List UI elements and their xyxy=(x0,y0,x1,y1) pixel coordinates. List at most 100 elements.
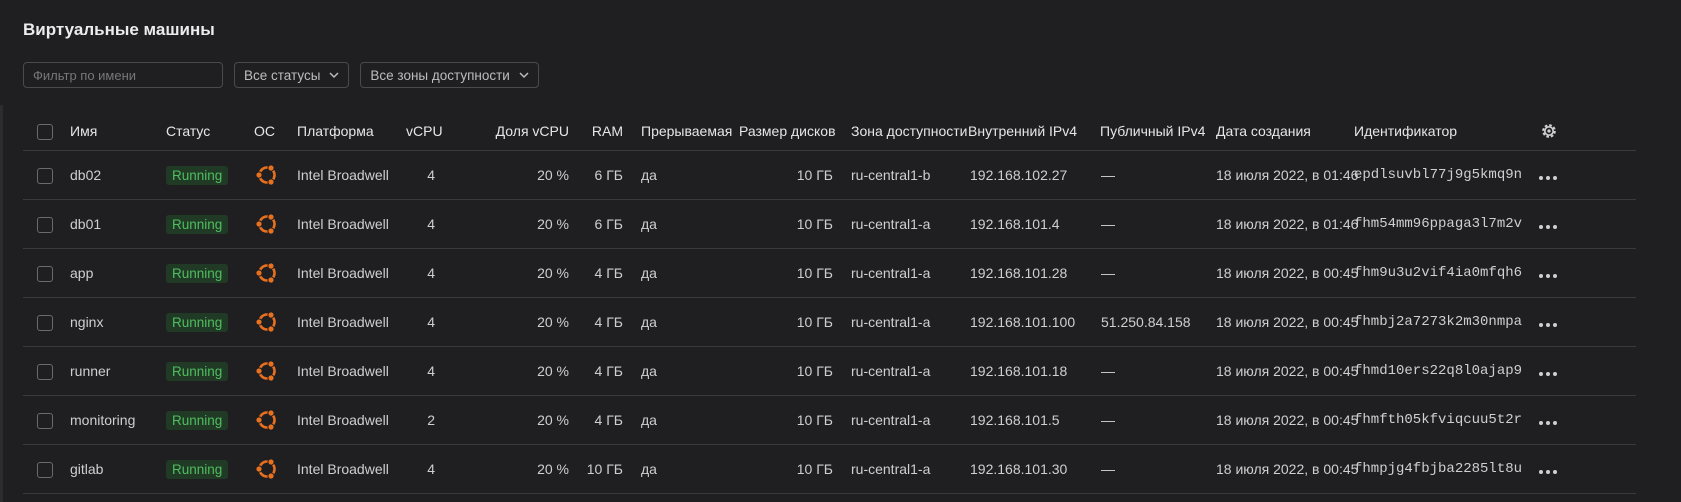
status-badge: Running xyxy=(166,312,229,332)
table-row[interactable]: gitlab Running Intel Broadwell 4 20 % 10… xyxy=(23,444,1636,494)
ubuntu-icon xyxy=(254,311,280,333)
table-row[interactable]: runner Running Intel Broadwell 4 20 % 4 … xyxy=(23,346,1636,396)
col-id[interactable]: Идентификатор xyxy=(1354,112,1519,151)
platform-cell: Intel Broadwell xyxy=(297,395,406,445)
table-settings-button[interactable] xyxy=(1519,122,1559,138)
status-badge: Running xyxy=(166,361,229,381)
col-preemptible[interactable]: Прерываемая xyxy=(623,112,739,151)
vm-name[interactable]: db01 xyxy=(70,199,166,249)
ram-cell: 6 ГБ xyxy=(569,199,623,249)
table-row[interactable]: db01 Running Intel Broadwell 4 20 % 6 ГБ… xyxy=(23,199,1636,249)
created-cell: 18 июля 2022, в 00:45 xyxy=(1216,346,1358,396)
preemptible-cell: да xyxy=(623,248,739,298)
filter-bar: Все статусы Все зоны доступности xyxy=(23,62,539,88)
ipv4-public-cell: — xyxy=(1097,150,1216,200)
disk-cell: 10 ГБ xyxy=(739,297,833,347)
ipv4-internal-cell: 192.168.101.4 xyxy=(964,199,1097,249)
row-actions-button[interactable] xyxy=(1539,274,1557,278)
ipv4-public-cell: 51.250.84.158 xyxy=(1097,297,1216,347)
col-disk[interactable]: Размер дисков xyxy=(739,112,836,151)
row-checkbox[interactable] xyxy=(37,265,53,282)
ipv4-internal-cell: 192.168.101.30 xyxy=(964,444,1097,494)
ipv4-internal-cell: 192.168.101.5 xyxy=(964,395,1097,445)
platform-cell: Intel Broadwell xyxy=(297,150,406,200)
row-checkbox[interactable] xyxy=(37,216,53,233)
id-cell: fhm54mm96ppaga3l7m2v xyxy=(1354,199,1522,249)
zone-cell: ru-central1-a xyxy=(833,346,964,396)
select-all-checkbox[interactable] xyxy=(37,123,53,140)
row-actions-button[interactable] xyxy=(1539,176,1557,180)
col-created[interactable]: Дата создания xyxy=(1216,112,1354,151)
vm-name[interactable]: runner xyxy=(70,346,166,396)
vcpu-cell: 2 xyxy=(406,395,461,445)
id-cell: fhmbj2a7273k2m30nmpa xyxy=(1354,297,1522,347)
id-cell: epdlsuvbl77j9g5kmq9n xyxy=(1354,150,1522,200)
status-badge: Running xyxy=(166,459,229,479)
col-platform[interactable]: Платформа xyxy=(297,112,406,151)
preemptible-cell: да xyxy=(623,444,739,494)
vcpu-cell: 4 xyxy=(406,346,461,396)
preemptible-cell: да xyxy=(623,346,739,396)
col-ipv4-public[interactable]: Публичный IPv4 xyxy=(1097,112,1216,151)
row-checkbox[interactable] xyxy=(37,412,53,429)
vm-name[interactable]: monitoring xyxy=(70,395,166,445)
id-cell: fhm9u3u2vif4ia0mfqh6 xyxy=(1354,248,1522,298)
ubuntu-icon xyxy=(254,409,280,431)
vcpu-cell: 4 xyxy=(406,444,461,494)
status-badge: Running xyxy=(166,165,229,185)
table-row[interactable]: db02 Running Intel Broadwell 4 20 % 6 ГБ… xyxy=(23,150,1636,200)
col-os[interactable]: ОС xyxy=(254,112,297,151)
vm-name[interactable]: nginx xyxy=(70,297,166,347)
name-filter-input[interactable] xyxy=(23,62,223,88)
disk-cell: 10 ГБ xyxy=(739,346,833,396)
row-actions-button[interactable] xyxy=(1539,421,1557,425)
vm-name[interactable]: gitlab xyxy=(70,444,166,494)
ram-cell: 4 ГБ xyxy=(569,346,623,396)
page-title: Виртуальные машины xyxy=(23,20,215,39)
table-row[interactable]: monitoring Running Intel Broadwell 2 20 … xyxy=(23,395,1636,445)
row-actions-button[interactable] xyxy=(1539,323,1557,327)
zone-filter-select[interactable]: Все зоны доступности xyxy=(360,62,539,88)
zone-cell: ru-central1-a xyxy=(833,297,964,347)
preemptible-cell: да xyxy=(623,150,739,200)
status-filter-select[interactable]: Все статусы xyxy=(234,62,350,88)
vcpu-share-cell: 20 % xyxy=(461,248,569,298)
vcpu-share-cell: 20 % xyxy=(461,297,569,347)
status-filter-label: Все статусы xyxy=(244,67,321,83)
row-actions-button[interactable] xyxy=(1539,470,1557,474)
zone-cell: ru-central1-a xyxy=(833,444,964,494)
vm-name[interactable]: app xyxy=(70,248,166,298)
vm-name[interactable]: db02 xyxy=(70,150,166,200)
col-ram[interactable]: RAM xyxy=(569,112,623,151)
row-checkbox[interactable] xyxy=(37,167,53,184)
disk-cell: 10 ГБ xyxy=(739,444,833,494)
table-row[interactable]: nginx Running Intel Broadwell 4 20 % 4 Г… xyxy=(23,297,1636,347)
vcpu-cell: 4 xyxy=(406,199,461,249)
row-actions-button[interactable] xyxy=(1539,225,1557,229)
status-badge: Running xyxy=(166,214,229,234)
status-badge: Running xyxy=(166,263,229,283)
ram-cell: 4 ГБ xyxy=(569,248,623,298)
col-vcpu[interactable]: vCPU xyxy=(406,112,461,151)
row-checkbox[interactable] xyxy=(37,314,53,331)
preemptible-cell: да xyxy=(623,199,739,249)
created-cell: 18 июля 2022, в 00:45 xyxy=(1216,248,1358,298)
ipv4-public-cell: — xyxy=(1097,395,1216,445)
ipv4-internal-cell: 192.168.102.27 xyxy=(964,150,1097,200)
row-actions-button[interactable] xyxy=(1539,372,1557,376)
chevron-down-icon xyxy=(329,72,339,79)
col-zone[interactable]: Зона доступности xyxy=(833,112,968,151)
row-checkbox[interactable] xyxy=(37,363,53,380)
ubuntu-icon xyxy=(254,458,280,480)
vcpu-cell: 4 xyxy=(406,248,461,298)
col-ipv4-internal[interactable]: Внутренний IPv4 xyxy=(964,112,1097,151)
ipv4-internal-cell: 192.168.101.18 xyxy=(964,346,1097,396)
col-vcpu-share[interactable]: Доля vCPU xyxy=(461,112,569,151)
vcpu-cell: 4 xyxy=(406,150,461,200)
table-header-row: Имя Статус ОС Платформа vCPU Доля vCPU R… xyxy=(23,112,1636,151)
col-name[interactable]: Имя xyxy=(70,112,166,151)
table-row[interactable]: app Running Intel Broadwell 4 20 % 4 ГБ … xyxy=(23,248,1636,298)
id-cell: fhmpjg4fbjba2285lt8u xyxy=(1354,444,1522,494)
row-checkbox[interactable] xyxy=(37,461,53,478)
col-status[interactable]: Статус xyxy=(166,112,254,151)
